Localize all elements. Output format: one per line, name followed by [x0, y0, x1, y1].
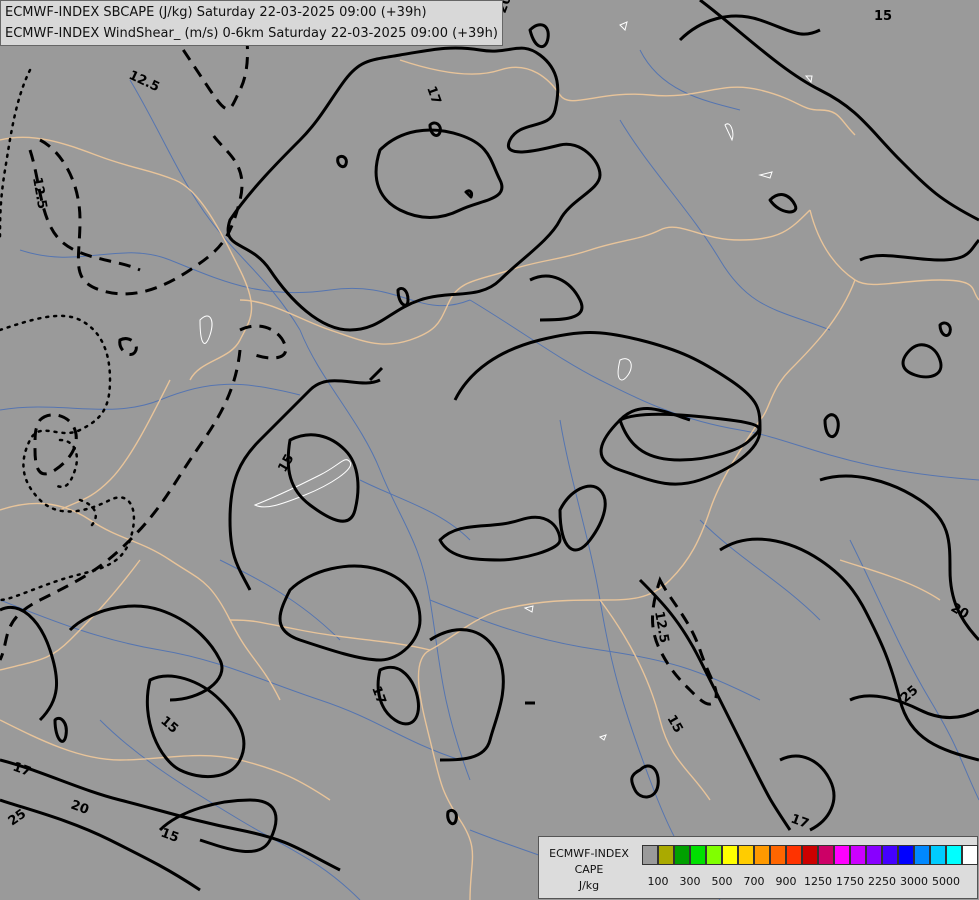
- legend-swatch: [754, 845, 770, 865]
- legend-tick-label: 100: [647, 875, 669, 888]
- legend-title-line2: CAPE: [574, 863, 604, 876]
- legend-swatch: [690, 845, 706, 865]
- legend-tick-label: 1250: [804, 875, 832, 888]
- legend-swatch: [914, 845, 930, 865]
- legend-title: ECMWF-INDEX CAPE J/kg: [543, 846, 635, 894]
- map-title-box: ECMWF-INDEX SBCAPE (J/kg) Saturday 22-03…: [0, 0, 503, 46]
- legend-swatch: [962, 845, 978, 865]
- legend-swatch: [882, 845, 898, 865]
- legend-tick-label: 3000: [900, 875, 928, 888]
- legend-swatch: [786, 845, 802, 865]
- title-line-cape: ECMWF-INDEX SBCAPE (J/kg) Saturday 22-03…: [5, 5, 427, 20]
- legend-tick-label: 900: [775, 875, 797, 888]
- legend-swatch: [770, 845, 786, 865]
- legend-swatch: [674, 845, 690, 865]
- legend-title-line3: J/kg: [578, 879, 600, 892]
- legend-swatches: [642, 845, 978, 865]
- legend-tick-label: 300: [679, 875, 701, 888]
- contour-label: 15: [874, 9, 892, 24]
- title-line-windshear: ECMWF-INDEX WindShear_ (m/s) 0-6km Satur…: [5, 26, 498, 41]
- legend-tick-label: 2250: [868, 875, 896, 888]
- legend-swatch: [706, 845, 722, 865]
- legend-tick-label: 500: [711, 875, 733, 888]
- legend-swatch: [818, 845, 834, 865]
- legend-swatch: [898, 845, 914, 865]
- legend-swatch: [866, 845, 882, 865]
- legend-swatch: [722, 845, 738, 865]
- legend-tick-label: 700: [743, 875, 765, 888]
- legend-tick-labels: 100 300 500 700 900 1250 1750 2250 3000 5000: [642, 875, 972, 889]
- legend-swatch: [834, 845, 850, 865]
- legend-swatch: [946, 845, 962, 865]
- legend-swatch: [738, 845, 754, 865]
- legend-swatch: [850, 845, 866, 865]
- legend-title-line1: ECMWF-INDEX: [549, 847, 629, 860]
- legend-swatch: [802, 845, 818, 865]
- legend-swatch: [658, 845, 674, 865]
- cape-legend: ECMWF-INDEX CAPE J/kg 100 300 500 700 900 125…: [538, 836, 978, 899]
- legend-tick-label: 1750: [836, 875, 864, 888]
- legend-swatch: [642, 845, 658, 865]
- legend-swatch: [930, 845, 946, 865]
- weather-map: 20 15 12.5 17 12.5 15 12.5 15 17 15 17 2…: [0, 0, 979, 900]
- legend-tick-label: 5000: [932, 875, 960, 888]
